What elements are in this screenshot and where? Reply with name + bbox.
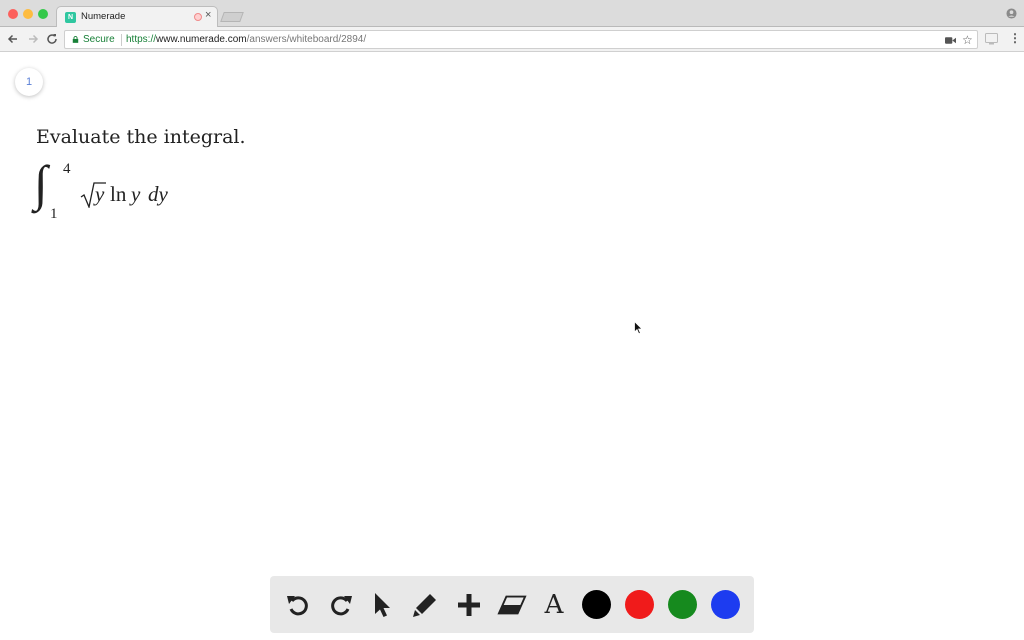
select-tool-button[interactable] [367, 590, 397, 620]
camera-icon[interactable] [945, 36, 956, 45]
pen-icon [413, 594, 436, 617]
question-text: Evaluate the integral. [36, 126, 246, 148]
recording-indicator-icon [194, 13, 202, 21]
url-path: /answers/whiteboard/2894/ [246, 34, 367, 45]
integral-sign: ∫ [34, 155, 48, 211]
radicand: y [95, 182, 105, 206]
select-icon [375, 593, 390, 617]
redo-button[interactable] [326, 590, 356, 620]
browser-toolbar: Secure https://www.numerade.com/answers/… [0, 27, 1024, 52]
redo-icon [331, 596, 352, 616]
star-icon[interactable]: ☆ [962, 33, 973, 47]
secure-label: Secure [83, 34, 115, 45]
url-host: www.numerade.com [156, 34, 247, 45]
reload-icon[interactable] [45, 32, 59, 46]
url-scheme: https:// [126, 34, 157, 45]
numerade-favicon-icon: N [65, 12, 76, 23]
menu-icon[interactable]: ⋮ [1009, 31, 1021, 45]
undo-button[interactable] [283, 590, 313, 620]
lock-icon [72, 36, 79, 43]
add-icon [458, 594, 480, 616]
profile-icon[interactable] [1006, 8, 1017, 19]
close-window-button[interactable] [8, 9, 18, 19]
integral-expression: ∫ 4 1 y ln y dy [34, 155, 204, 230]
upper-limit: 4 [63, 161, 71, 177]
text-icon[interactable]: A [539, 590, 569, 620]
back-icon[interactable] [6, 32, 20, 46]
mouse-cursor-icon [634, 321, 643, 335]
add-tool-button[interactable] [454, 590, 484, 620]
eraser-tool-button[interactable] [497, 590, 527, 620]
color-blue-swatch[interactable] [711, 590, 740, 619]
url-text[interactable]: https://www.numerade.com/answers/whitebo… [126, 34, 366, 45]
pen-tool-button[interactable] [410, 590, 440, 620]
color-red-swatch[interactable] [625, 590, 654, 619]
color-black-swatch[interactable] [582, 590, 611, 619]
address-divider [121, 34, 122, 46]
cast-icon[interactable] [985, 33, 998, 45]
tab-close-icon[interactable]: × [205, 9, 211, 21]
log-argument: y [131, 182, 141, 206]
zoom-window-button[interactable] [38, 9, 48, 19]
address-bar[interactable]: Secure https://www.numerade.com/answers/… [64, 30, 978, 49]
lower-limit: 1 [50, 206, 58, 222]
browser-tab[interactable]: N Numerade × [56, 6, 218, 28]
browser-titlebar: N Numerade × [0, 0, 1024, 28]
log-function: ln [110, 182, 127, 206]
drawing-toolbar: A [270, 576, 754, 633]
undo-icon [287, 596, 308, 616]
page-number-badge[interactable]: 1 [15, 68, 43, 96]
minimize-window-button[interactable] [23, 9, 33, 19]
differential: dy [148, 182, 168, 206]
forward-icon[interactable] [26, 32, 40, 46]
color-green-swatch[interactable] [668, 590, 697, 619]
new-tab-button[interactable] [220, 12, 244, 22]
tab-title: Numerade [81, 11, 126, 22]
eraser-icon [497, 595, 527, 615]
